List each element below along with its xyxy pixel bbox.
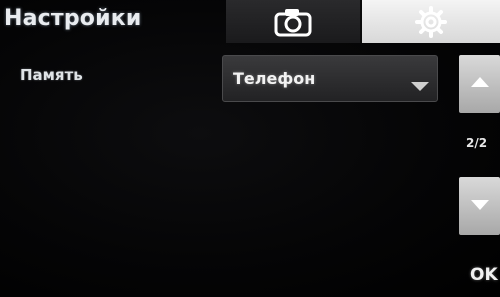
memory-label: Память — [20, 66, 83, 84]
tab-camera[interactable] — [226, 0, 362, 43]
gear-icon — [415, 5, 447, 38]
page-indicator: 2/2 — [466, 136, 488, 150]
page-title: Настройки — [4, 6, 142, 31]
scroll-down-button[interactable] — [459, 177, 500, 235]
tab-bar — [226, 0, 500, 43]
tab-settings[interactable] — [362, 0, 500, 43]
ok-button[interactable]: OK — [470, 265, 498, 285]
arrow-down-icon — [471, 200, 489, 210]
memory-dropdown[interactable]: Телефон — [222, 55, 438, 102]
chevron-down-icon — [411, 82, 429, 91]
arrow-up-icon — [471, 77, 489, 87]
settings-screen: Настройки Память Телефон 2/2 OK — [0, 0, 500, 297]
scroll-up-button[interactable] — [459, 55, 500, 113]
memory-dropdown-value: Телефон — [233, 69, 316, 88]
camera-icon — [274, 8, 312, 36]
